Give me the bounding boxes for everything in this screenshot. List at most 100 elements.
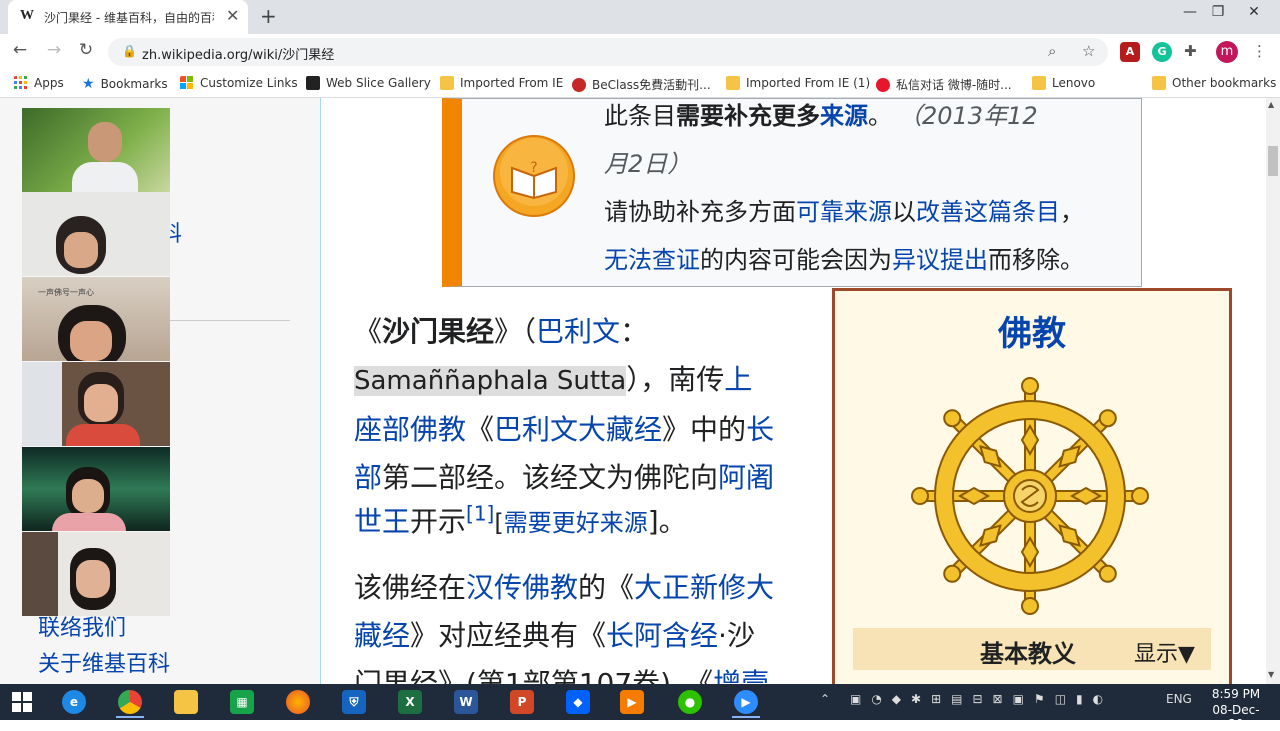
file-explorer-icon: [174, 690, 198, 714]
bookmark-other-bookmarks[interactable]: Other bookmarks: [1152, 76, 1276, 90]
link-taisho-tripitaka[interactable]: 藏经: [354, 619, 410, 652]
close-window-button[interactable]: ✕: [1234, 2, 1274, 26]
word-icon: W: [454, 690, 478, 714]
tab-close-icon[interactable]: ✕: [226, 6, 239, 25]
windows-start-icon: [12, 692, 32, 712]
bookmark-lenovo[interactable]: Lenovo: [1032, 76, 1095, 90]
clock-time[interactable]: 8:59 PM: [1206, 687, 1266, 701]
participant-face: [70, 321, 112, 361]
link-reliable-sources[interactable]: 可靠来源: [796, 198, 892, 226]
taskbar-word[interactable]: W: [446, 686, 486, 718]
link-ajatasattu[interactable]: 阿阇: [718, 461, 774, 494]
bookmark-imported-from-ie[interactable]: Imported From IE: [440, 76, 563, 90]
back-button[interactable]: ←: [8, 40, 32, 60]
link-digha-nikaya[interactable]: 部: [354, 461, 382, 494]
bookmark-web-slice-gallery[interactable]: Web Slice Gallery: [306, 76, 431, 90]
chrome-menu-icon[interactable]: ⋮: [1252, 42, 1267, 60]
link-dirgha-agama[interactable]: 长阿含经: [606, 619, 718, 652]
bookmark-label: Bookmarks: [100, 77, 168, 91]
taskbar-powerpoint[interactable]: P: [502, 686, 542, 718]
article-text: 开示: [410, 505, 467, 538]
participant-face: [76, 560, 110, 598]
link-ajatasattu[interactable]: 世王: [354, 505, 410, 538]
bookmark-bookmarks[interactable]: ★ Bookmarks: [82, 76, 168, 92]
infobox-title[interactable]: 佛教: [832, 306, 1232, 355]
bookmark-beclass[interactable]: BeClass免費活動刊...: [572, 76, 711, 93]
bookmark-customize-links[interactable]: Customize Links: [180, 76, 298, 90]
tray-overflow-icon[interactable]: ⌃: [820, 692, 830, 706]
taskbar-excel[interactable]: X: [390, 686, 430, 718]
shield-icon: ⛨: [342, 690, 366, 714]
taskbar-store[interactable]: ▦: [222, 686, 262, 718]
browser-tab[interactable]: W 沙门果经 - 维基百科，自由的百科全书 ✕: [8, 0, 248, 34]
page-scrollbar[interactable]: [1266, 98, 1280, 684]
taskbar-wechat[interactable]: ●: [670, 686, 710, 718]
bookmark-label: Customize Links: [200, 76, 298, 90]
scroll-up-arrow-icon[interactable]: ▲: [1268, 100, 1274, 109]
notice-text: 请协助补充多方面: [604, 198, 796, 226]
link-digha-nikaya[interactable]: 长: [746, 413, 774, 446]
extensions-puzzle-icon[interactable]: ✚: [1184, 42, 1197, 60]
link-pali[interactable]: 巴利文: [536, 315, 620, 348]
forward-button[interactable]: →: [42, 40, 66, 60]
link-chinese-buddhism[interactable]: 汉传佛教: [466, 571, 578, 604]
taskbar-security[interactable]: ⛨: [334, 686, 374, 718]
taskbar-dropbox[interactable]: ◆: [558, 686, 598, 718]
link-theravada[interactable]: 座部佛教: [354, 413, 466, 446]
url-text[interactable]: zh.wikipedia.org/wiki/沙门果经: [142, 44, 334, 63]
notice-text: 此条目: [604, 102, 676, 130]
video-tile-participant-5: [22, 447, 170, 531]
bookmark-label: Other bookmarks: [1172, 76, 1277, 90]
notice-line-4: 无法查证的内容可能会因为异议提出而移除。: [604, 240, 1084, 275]
reference-link[interactable]: [1]: [466, 502, 494, 526]
tab-title: 沙门果经 - 维基百科，自由的百科全书: [44, 11, 214, 25]
link-theravada[interactable]: 上: [724, 363, 752, 396]
zoom-icon[interactable]: ⌕: [1048, 42, 1056, 60]
link-better-source-needed[interactable]: 需要更好来源: [504, 509, 648, 537]
profile-avatar[interactable]: m: [1216, 41, 1238, 63]
video-tile-participant-1: [22, 108, 170, 192]
scroll-down-arrow-icon[interactable]: ▼: [1268, 670, 1274, 679]
start-button[interactable]: [2, 686, 42, 718]
tray-icons[interactable]: ▣◔◆✱⊞▤⊟⊠▣⚑◫▮◐: [850, 692, 1150, 706]
participant-body: [72, 162, 138, 192]
sidebar-divider: [170, 320, 290, 321]
bookmark-weibo[interactable]: 私信对话 微博-随时...: [876, 76, 1012, 93]
notice-text: ，: [1060, 198, 1084, 226]
input-language[interactable]: ENG: [1166, 692, 1192, 706]
infobox-basic-teachings-label: 基本教义: [980, 640, 1076, 668]
article-text: 门果经》(第1部第107卷)，《: [354, 667, 714, 684]
link-unverifiable[interactable]: 无法查证: [604, 246, 700, 274]
clock-date[interactable]: 08-Dec-20: [1206, 703, 1266, 731]
article-line: 该佛经在汉传佛教的《大正新修大: [354, 566, 774, 606]
taskbar-ie[interactable]: e: [54, 686, 94, 718]
link-sources[interactable]: 来源: [820, 102, 868, 130]
powerpoint-icon: P: [510, 690, 534, 714]
bookmark-imported-from-ie-1[interactable]: Imported From IE (1): [726, 76, 870, 90]
restore-button[interactable]: ❐: [1198, 2, 1238, 26]
sidebar-item-about[interactable]: 关于维基百科: [38, 646, 170, 678]
taskbar-firefox[interactable]: [278, 686, 318, 718]
scrollbar-thumb[interactable]: [1268, 146, 1278, 176]
taskbar-explorer[interactable]: [166, 686, 206, 718]
bookmark-label: Web Slice Gallery: [326, 76, 431, 90]
acrobat-extension-icon[interactable]: A: [1120, 42, 1140, 62]
article-text: ：: [620, 315, 649, 348]
taskbar-chrome[interactable]: [110, 686, 150, 718]
taskbar-media[interactable]: ▶: [612, 686, 652, 718]
link-improve-article[interactable]: 改善这篇条目: [916, 198, 1060, 226]
lock-icon[interactable]: 🔒: [122, 44, 137, 58]
article-text: 》对应经典有《: [410, 619, 607, 652]
bookmark-apps[interactable]: Apps: [14, 76, 64, 90]
link-ekottara-agama[interactable]: 增壹: [713, 667, 769, 684]
reload-button[interactable]: ↻: [74, 40, 98, 60]
link-challenge[interactable]: 异议提出: [892, 246, 988, 274]
bookmark-star-icon[interactable]: ☆: [1082, 42, 1095, 60]
taskbar-zoom[interactable]: ▶: [726, 686, 766, 718]
internet-explorer-icon: e: [62, 690, 86, 714]
link-taisho-tripitaka[interactable]: 大正新修大: [634, 571, 774, 604]
infobox-show-toggle[interactable]: 显示▼: [1134, 636, 1195, 668]
new-tab-button[interactable]: +: [260, 4, 277, 28]
grammarly-extension-icon[interactable]: G: [1152, 42, 1172, 62]
link-pali-canon[interactable]: 巴利文大藏经: [494, 413, 662, 446]
